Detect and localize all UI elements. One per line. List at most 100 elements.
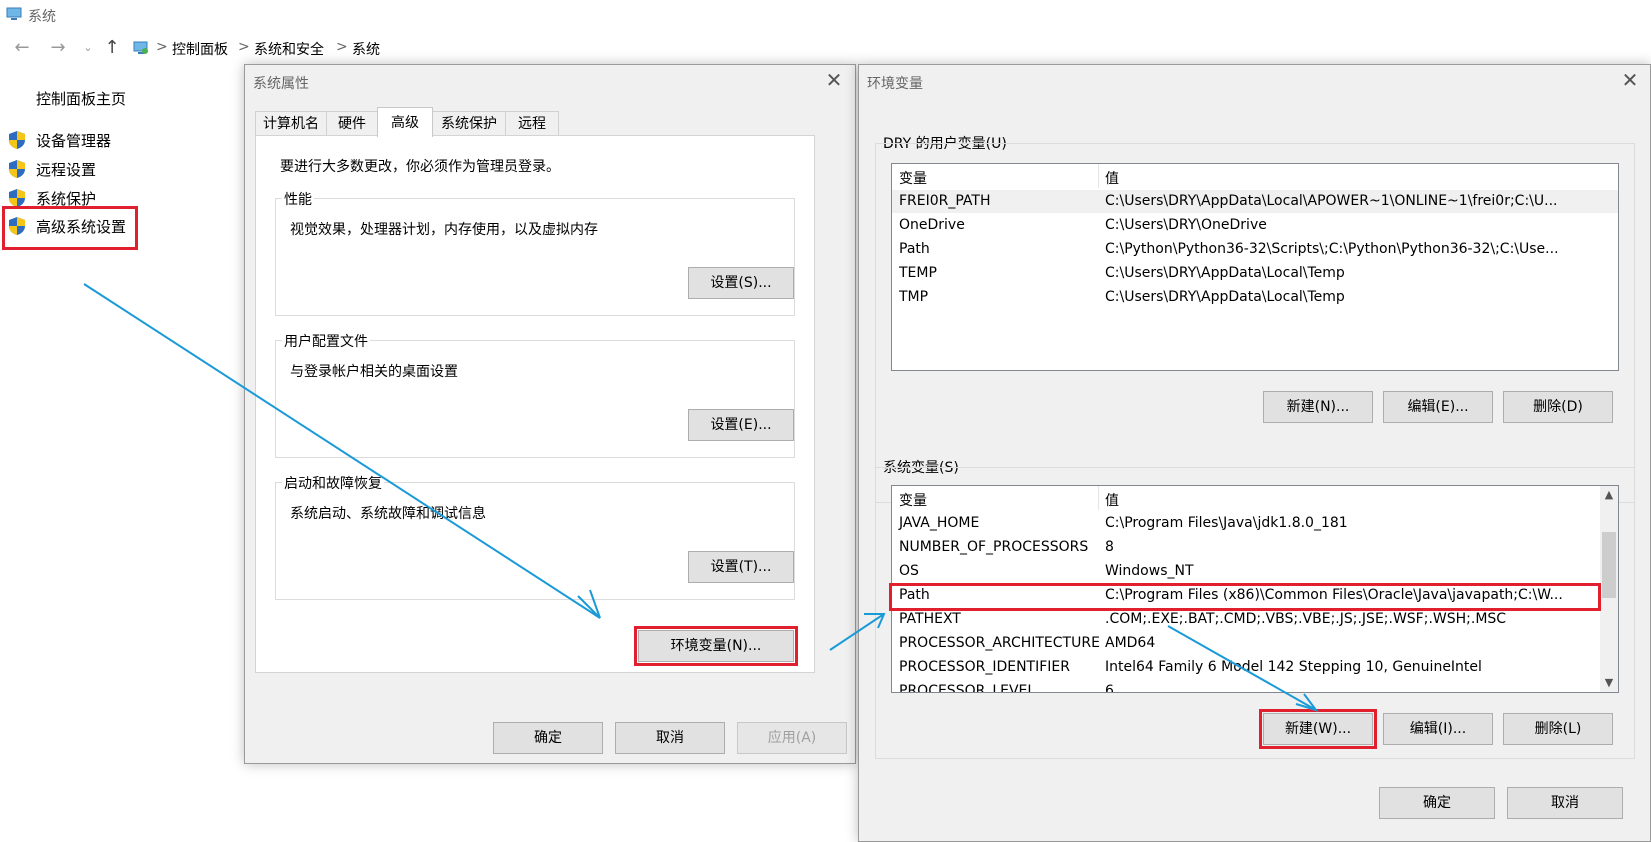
variable-value: Windows_NT xyxy=(1105,563,1194,579)
variable-name: TMP xyxy=(899,289,929,305)
scrollbar[interactable]: ▲ ▼ xyxy=(1600,486,1618,692)
table-row[interactable]: PROCESSOR_ARCHITECTURE AMD64 xyxy=(892,632,1618,655)
profiles-settings-button[interactable]: 设置(E)... xyxy=(688,409,794,441)
close-icon[interactable]: ✕ xyxy=(1619,69,1641,91)
sidebar-item-label: 远程设置 xyxy=(36,161,97,179)
shield-icon xyxy=(9,189,25,207)
apply-button[interactable]: 应用(A) xyxy=(737,722,847,754)
column-header-name[interactable]: 变量 xyxy=(899,490,927,510)
variable-value: C:\Users\DRY\AppData\Local\Temp xyxy=(1105,265,1345,281)
system-properties-dialog: 系统属性 ✕ 计算机名 硬件 高级 系统保护 远程 要进行大多数更改，你必须作为… xyxy=(244,64,856,764)
tab-computer-name[interactable]: 计算机名 xyxy=(255,111,327,135)
group-label: 启动和故障恢复 xyxy=(282,473,384,493)
breadcrumb-separator: > xyxy=(156,39,168,55)
dialog-title: 环境变量 xyxy=(867,76,923,92)
tab-remote[interactable]: 远程 xyxy=(505,111,559,135)
arrow-left-icon[interactable]: ← xyxy=(12,38,32,58)
variable-value: .COM;.EXE;.BAT;.CMD;.VBS;.VBE;.JS;.JSE;.… xyxy=(1105,611,1507,627)
table-row[interactable]: JAVA_HOME C:\Program Files\Java\jdk1.8.0… xyxy=(892,512,1618,535)
cancel-button[interactable]: 取消 xyxy=(615,722,725,754)
list-header: 变量 值 xyxy=(892,164,1618,188)
table-row[interactable]: Path C:\Python\Python36-32\Scripts\;C:\P… xyxy=(892,238,1618,261)
environment-variables-dialog: 环境变量 ✕ DRY 的用户变量(U) 变量 值 FREI0R_PATH C:\… xyxy=(858,64,1651,842)
variable-value: C:\Python\Python36-32\Scripts\;C:\Python… xyxy=(1105,241,1559,257)
column-header-name[interactable]: 变量 xyxy=(899,168,927,188)
window-title-bar: 系统 xyxy=(0,0,1651,30)
table-row[interactable]: NUMBER_OF_PROCESSORS 8 xyxy=(892,536,1618,559)
variable-name: JAVA_HOME xyxy=(899,515,980,531)
tab-hardware[interactable]: 硬件 xyxy=(326,111,378,135)
sidebar-item-label: 设备管理器 xyxy=(36,132,112,150)
computer-icon xyxy=(6,7,22,20)
column-separator xyxy=(1098,486,1099,510)
variable-name: Path xyxy=(899,241,930,257)
tab-advanced[interactable]: 高级 xyxy=(377,107,433,137)
variable-name: PROCESSOR_IDENTIFIER xyxy=(899,659,1070,675)
variable-value: 8 xyxy=(1105,539,1114,555)
breadcrumb-separator: > xyxy=(336,39,348,55)
cancel-button[interactable]: 取消 xyxy=(1507,787,1623,819)
dialog-title: 系统属性 xyxy=(253,76,309,92)
shield-icon xyxy=(9,160,25,178)
user-variables-list[interactable]: 变量 值 FREI0R_PATH C:\Users\DRY\AppData\Lo… xyxy=(891,163,1619,371)
arrow-right-icon[interactable]: → xyxy=(48,38,68,58)
control-panel-icon xyxy=(133,41,148,54)
startup-settings-button[interactable]: 设置(T)... xyxy=(688,551,794,583)
scrollbar-thumb[interactable] xyxy=(1602,532,1616,598)
shield-icon xyxy=(9,131,25,149)
user-delete-button[interactable]: 删除(D) xyxy=(1503,391,1613,423)
column-separator xyxy=(1098,164,1099,188)
close-icon[interactable]: ✕ xyxy=(823,69,845,91)
variable-name: FREI0R_PATH xyxy=(899,193,991,209)
breadcrumb-separator: > xyxy=(238,39,250,55)
ok-button[interactable]: 确定 xyxy=(1379,787,1495,819)
chevron-up-icon[interactable]: ▲ xyxy=(1600,486,1618,504)
table-row[interactable]: PATHEXT .COM;.EXE;.BAT;.CMD;.VBS;.VBE;.J… xyxy=(892,608,1618,631)
table-row[interactable]: TEMP C:\Users\DRY\AppData\Local\Temp xyxy=(892,262,1618,285)
highlight-box xyxy=(634,626,798,666)
variable-value: C:\Program Files\Java\jdk1.8.0_181 xyxy=(1105,515,1348,531)
tab-system-protection[interactable]: 系统保护 xyxy=(432,111,506,135)
breadcrumb-item-system-security[interactable]: 系统和安全 xyxy=(254,39,324,59)
group-performance: 性能 视觉效果，处理器计划，内存使用，以及虚拟内存 设置(S)... xyxy=(275,189,795,316)
table-row[interactable]: PROCESSOR_IDENTIFIER Intel64 Family 6 Mo… xyxy=(892,656,1618,679)
highlight-box xyxy=(1259,709,1377,749)
user-edit-button[interactable]: 编辑(E)... xyxy=(1383,391,1493,423)
variable-value: 6 xyxy=(1105,683,1114,693)
highlight-box xyxy=(2,206,138,250)
table-row[interactable]: OneDrive C:\Users\DRY\OneDrive xyxy=(892,214,1618,237)
table-row[interactable]: OS Windows_NT xyxy=(892,560,1618,583)
variable-value: C:\Users\DRY\AppData\Local\Temp xyxy=(1105,289,1345,305)
chevron-down-icon[interactable]: ▼ xyxy=(1600,674,1618,692)
group-startup-recovery: 启动和故障恢复 系统启动、系统故障和调试信息 设置(T)... xyxy=(275,473,795,600)
variable-name: PROCESSOR_LEVEL xyxy=(899,683,1036,693)
table-row[interactable]: FREI0R_PATH C:\Users\DRY\AppData\Local\A… xyxy=(892,190,1618,213)
group-user-profiles: 用户配置文件 与登录帐户相关的桌面设置 设置(E)... xyxy=(275,331,795,458)
variable-name: NUMBER_OF_PROCESSORS xyxy=(899,539,1089,555)
breadcrumb-item-system[interactable]: 系统 xyxy=(352,39,380,59)
arrow-up-icon[interactable]: ↑ xyxy=(102,38,122,58)
table-row[interactable]: TMP C:\Users\DRY\AppData\Local\Temp xyxy=(892,286,1618,309)
group-description: 视觉效果，处理器计划，内存使用，以及虚拟内存 xyxy=(290,222,598,238)
control-panel-home-link[interactable]: 控制面板主页 xyxy=(36,88,126,109)
system-delete-button[interactable]: 删除(L) xyxy=(1503,713,1613,745)
highlight-box xyxy=(889,583,1601,611)
user-new-button[interactable]: 新建(N)... xyxy=(1263,391,1373,423)
breadcrumb-item-control-panel[interactable]: 控制面板 xyxy=(172,39,228,59)
admin-note: 要进行大多数更改，你必须作为管理员登录。 xyxy=(280,159,560,175)
variable-name: TEMP xyxy=(899,265,937,281)
variable-name: PROCESSOR_ARCHITECTURE xyxy=(899,635,1100,651)
chevron-down-icon[interactable]: ⌄ xyxy=(78,38,98,58)
variable-value: Intel64 Family 6 Model 142 Stepping 10, … xyxy=(1105,659,1482,675)
variable-name: OS xyxy=(899,563,919,579)
column-header-value[interactable]: 值 xyxy=(1105,490,1119,510)
system-edit-button[interactable]: 编辑(I)... xyxy=(1383,713,1493,745)
performance-settings-button[interactable]: 设置(S)... xyxy=(688,267,794,299)
variable-value: AMD64 xyxy=(1105,635,1156,651)
column-header-value[interactable]: 值 xyxy=(1105,168,1119,188)
variable-value: C:\Users\DRY\AppData\Local\APOWER~1\ONLI… xyxy=(1105,193,1558,209)
variable-name: PATHEXT xyxy=(899,611,961,627)
group-description: 与登录帐户相关的桌面设置 xyxy=(290,364,458,380)
ok-button[interactable]: 确定 xyxy=(493,722,603,754)
table-row[interactable]: PROCESSOR_LEVEL 6 xyxy=(892,680,1618,693)
